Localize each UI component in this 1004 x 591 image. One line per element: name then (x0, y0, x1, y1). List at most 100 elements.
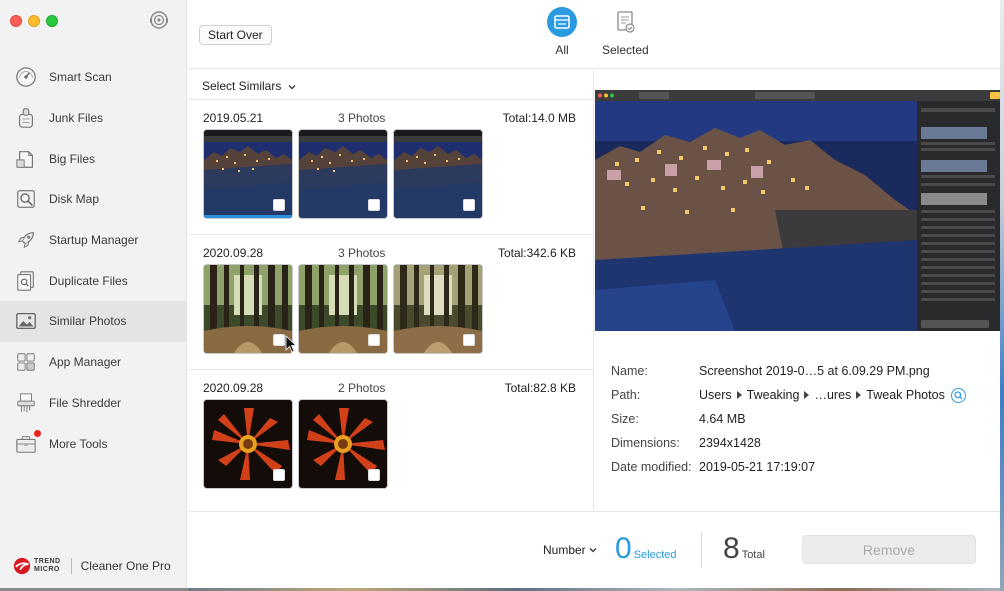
photo-thumbnail[interactable] (204, 265, 292, 353)
close-window-button[interactable] (10, 15, 22, 27)
product-name: Cleaner One Pro (80, 559, 171, 573)
brand-company-line2: MICRO (34, 566, 60, 573)
selected-count: 0 (615, 532, 632, 565)
detail-path: Users Tweaking …ures Tweak Photos (699, 387, 966, 403)
photo-group: 2019.05.21 3 Photos Total:14.0 MB (188, 100, 594, 235)
vacuum-icon (14, 106, 38, 130)
shredder-icon (14, 391, 38, 415)
desktop-background-edge (1000, 0, 1004, 591)
sidebar-item-app-manager[interactable]: App Manager (0, 342, 187, 383)
detail-key: Size: (611, 412, 639, 426)
detail-date-modified: 2019-05-21 17:19:07 (699, 460, 816, 474)
duplicate-file-icon (14, 269, 38, 293)
group-total-size: Total:14.0 MB (502, 111, 576, 125)
window-controls (10, 15, 58, 27)
sidebar-nav: Smart Scan Junk Files Big Files Disk Map… (0, 57, 187, 464)
sidebar-item-label: App Manager (49, 355, 122, 370)
photo-checkbox[interactable] (273, 334, 285, 346)
apps-grid-icon (14, 350, 38, 374)
detail-key: Date modified: (611, 460, 692, 474)
path-segment: …ures (814, 388, 852, 402)
detail-path-row: Path: Users Tweaking …ures Tweak Photos (611, 387, 966, 403)
photo-icon (14, 309, 38, 333)
toolbox-icon (14, 429, 41, 456)
sidebar-item-duplicate-files[interactable]: Duplicate Files (0, 260, 187, 301)
sidebar-item-smart-scan[interactable]: Smart Scan (0, 57, 187, 98)
sidebar-item-startup-manager[interactable]: Startup Manager (0, 220, 187, 261)
path-segment: Users (699, 388, 732, 402)
group-date: 2020.09.28 (203, 246, 264, 260)
sort-dropdown[interactable]: Number (543, 543, 597, 557)
all-photos-icon (546, 6, 578, 38)
detail-key: Path: (611, 388, 641, 402)
photo-group: 2020.09.28 2 Photos Total:82.8 KB (188, 370, 594, 505)
sidebar-item-label: Big Files (49, 151, 96, 166)
photo-group: 2020.09.28 3 Photos Total:342.6 KB (188, 235, 594, 370)
zoom-window-button[interactable] (46, 15, 58, 27)
photo-checkbox[interactable] (463, 199, 475, 211)
sidebar-item-junk-files[interactable]: Junk Files (0, 98, 187, 139)
sidebar-item-label: Disk Map (49, 192, 100, 207)
sidebar-item-label: Startup Manager (49, 233, 139, 248)
photo-checkbox[interactable] (273, 469, 285, 481)
group-date: 2020.09.28 (203, 381, 264, 395)
assistant-icon[interactable] (148, 9, 170, 31)
detail-size-row: Size: 4.64 MB (611, 411, 746, 427)
photo-checkbox[interactable] (368, 199, 380, 211)
sidebar-item-disk-map[interactable]: Disk Map (0, 179, 187, 220)
brand-divider (70, 558, 72, 574)
chevron-down-icon (589, 548, 597, 553)
selected-list-icon (609, 6, 641, 38)
tab-selected[interactable]: Selected (602, 6, 649, 57)
path-arrow-icon (856, 391, 862, 399)
photo-thumbnail[interactable] (299, 265, 387, 353)
bottom-bar: Number 0 Selected 8 Total Remove (188, 511, 1000, 588)
sidebar-item-file-shredder[interactable]: File Shredder (0, 383, 187, 424)
photo-checkbox[interactable] (368, 334, 380, 346)
counter-divider (701, 532, 702, 568)
minimize-window-button[interactable] (28, 15, 40, 27)
photo-checkbox[interactable] (273, 199, 285, 211)
photo-checkbox[interactable] (368, 469, 380, 481)
group-date: 2019.05.21 (203, 111, 264, 125)
group-photo-count: 3 Photos (338, 111, 386, 125)
group-total-size: Total:342.6 KB (497, 246, 576, 260)
sidebar-item-big-files[interactable]: Big Files (0, 138, 187, 179)
brand-company-line1: TREND (34, 558, 61, 565)
sidebar-item-label: File Shredder (49, 395, 122, 410)
tab-selected-label: Selected (602, 43, 649, 57)
detail-name-row: Name: Screenshot 2019-0…5 at 6.09.29 PM.… (611, 363, 930, 379)
path-arrow-icon (736, 391, 742, 399)
selection-indicator (204, 215, 292, 218)
chevron-down-icon (288, 84, 296, 90)
detail-key: Name: (611, 364, 648, 378)
photo-thumbnail[interactable] (204, 400, 292, 488)
reveal-in-finder-icon[interactable] (950, 387, 966, 403)
detail-dimensions: 2394x1428 (699, 436, 761, 450)
selected-caption: Selected (633, 549, 677, 561)
start-over-button[interactable]: Start Over (199, 25, 272, 45)
mouse-pointer-icon (285, 335, 297, 353)
group-photo-count: 3 Photos (338, 246, 386, 260)
sidebar-item-similar-photos[interactable]: Similar Photos (0, 301, 187, 342)
tab-all[interactable]: All (546, 6, 578, 57)
select-similars-dropdown[interactable]: Select Similars (202, 79, 296, 93)
sidebar-item-label: Smart Scan (49, 70, 112, 85)
photo-thumbnail[interactable] (299, 400, 387, 488)
sidebar-item-more-tools[interactable]: More Tools (0, 423, 187, 464)
remove-button[interactable]: Remove (802, 535, 976, 564)
photo-thumbnail[interactable] (299, 130, 387, 218)
sidebar-item-label: Junk Files (49, 111, 104, 126)
detail-file-name: Screenshot 2019-0…5 at 6.09.29 PM.png (699, 364, 930, 378)
detail-date-row: Date modified: 2019-05-21 17:19:07 (611, 459, 815, 475)
detail-size: 4.64 MB (699, 412, 746, 426)
photo-thumbnail[interactable] (204, 130, 292, 218)
photo-thumbnail[interactable] (394, 265, 482, 353)
notification-dot (34, 429, 41, 437)
brand-footer: TREND MICRO Cleaner One Pro (13, 555, 171, 577)
detail-key: Dimensions: (611, 436, 680, 450)
select-similars-label: Select Similars (202, 79, 282, 93)
photo-checkbox[interactable] (463, 334, 475, 346)
group-photo-count: 2 Photos (338, 381, 386, 395)
photo-thumbnail[interactable] (394, 130, 482, 218)
